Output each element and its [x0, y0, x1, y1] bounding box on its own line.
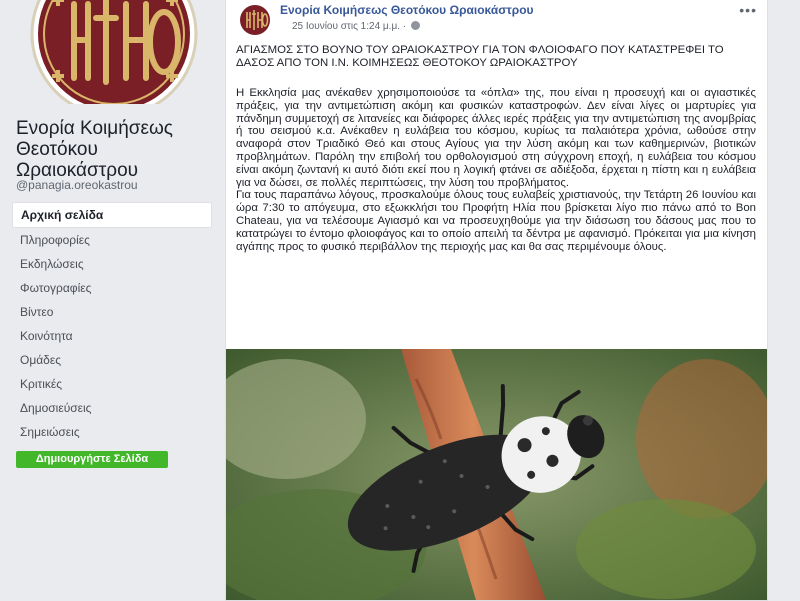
- nav-item-posts[interactable]: Δημοσιεύσεις: [12, 396, 212, 420]
- post-paragraph-1: Η Εκκλησία μας ανέκαθεν χρησιμοποιούσε τ…: [236, 87, 756, 189]
- post-author-name[interactable]: Ενορία Κοιμήσεως Θεοτόκου Ωραιοκάστρου: [280, 3, 534, 17]
- page-handle[interactable]: @panagia.oreokastrou: [16, 178, 138, 192]
- page-name-line-2: Θεοτόκου: [16, 139, 98, 160]
- post-photo[interactable]: [226, 349, 767, 600]
- nav-item-photos[interactable]: Φωτογραφίες: [12, 276, 212, 300]
- more-options-icon[interactable]: •••: [739, 2, 757, 18]
- page-name-line-1: Ενορία Κοιμήσεως: [16, 118, 173, 139]
- post-author-avatar[interactable]: [238, 3, 272, 37]
- nav-item-videos[interactable]: Βίντεο: [12, 300, 212, 324]
- post-body: Η Εκκλησία μας ανέκαθεν χρησιμοποιούσε τ…: [236, 87, 756, 253]
- nav-item-about[interactable]: Πληροφορίες: [12, 228, 212, 252]
- globe-icon: [410, 21, 420, 30]
- page-profile-picture[interactable]: [16, 0, 212, 104]
- nav-item-notes[interactable]: Σημειώσεις: [12, 420, 212, 444]
- post-paragraph-2: Για τους παραπάνω λόγους, προσκαλούμε όλ…: [236, 189, 756, 253]
- nav-item-reviews[interactable]: Κριτικές: [12, 372, 212, 396]
- nav-item-home[interactable]: Αρχική σελίδα: [12, 202, 212, 228]
- nav-item-groups[interactable]: Ομάδες: [12, 348, 212, 372]
- nav-item-community[interactable]: Κοινότητα: [12, 324, 212, 348]
- post-timestamp[interactable]: 25 Ιουνίου στις 1:24 μ.μ. ·: [292, 21, 406, 32]
- create-page-button[interactable]: Δημιουργήστε Σελίδα: [16, 451, 168, 468]
- post-title: ΑΓΙΑΣΜΟΣ ΣΤΟ ΒΟΥΝΟ ΤΟΥ ΩΡΑΙΟΚΑΣΤΡΟΥ ΓΙΑ …: [236, 44, 724, 69]
- post-card: Ενορία Κοιμήσεως Θεοτόκου Ωραιοκάστρου 2…: [225, 0, 768, 601]
- left-sidebar: Ενορία Κοιμήσεως Θεοτόκου Ωραιοκάστρου @…: [0, 0, 222, 600]
- post-meta: 25 Ιουνίου στις 1:24 μ.μ. ·: [292, 21, 420, 32]
- nav-item-events[interactable]: Εκδηλώσεις: [12, 252, 212, 276]
- church-logo-icon: [238, 3, 272, 37]
- beetle-photo-image: [226, 349, 767, 600]
- page-name[interactable]: Ενορία Κοιμήσεως Θεοτόκου Ωραιοκάστρου: [16, 118, 216, 181]
- church-logo-icon: [30, 0, 198, 104]
- page-nav: Αρχική σελίδα Πληροφορίες Εκδηλώσεις Φωτ…: [12, 202, 212, 444]
